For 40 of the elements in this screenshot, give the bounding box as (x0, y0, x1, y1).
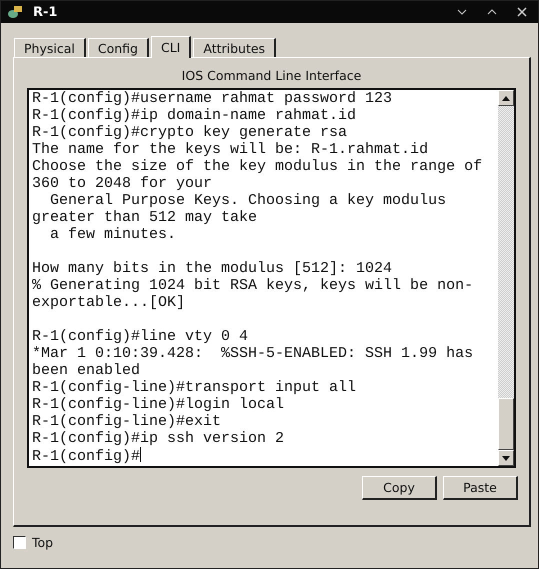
console-line: exportable...[OK] (32, 294, 186, 311)
checkbox-label: Top (32, 535, 54, 550)
console-line: Choose the size of the key modulus in the range of (32, 158, 484, 175)
tab[interactable]: Attributes (193, 38, 276, 57)
triangle-down-icon (502, 456, 510, 460)
chevron-up-icon (487, 9, 497, 15)
tab[interactable]: CLI (150, 36, 192, 58)
console-line: been enabled (32, 362, 142, 379)
checkbox[interactable] (13, 536, 26, 549)
window-title: R-1 (33, 4, 58, 20)
console-line: How many bits in the modulus [512]: 1024 (32, 260, 394, 277)
console-line: R-1(config-line)#transport input all (32, 379, 358, 396)
triangle-up-icon (502, 96, 510, 100)
console-line: % Generating 1024 bit RSA keys, keys will be non- (32, 277, 474, 294)
paste-button[interactable]: Paste (443, 476, 518, 500)
console-line: R-1(config-line)#login local (32, 396, 286, 413)
tab[interactable]: Config (88, 38, 149, 57)
scroll-thumb[interactable] (498, 398, 514, 450)
console-line: R-1(config)#crypto key generate rsa (32, 124, 348, 141)
close-icon (517, 7, 527, 17)
copy-button[interactable]: Copy (362, 476, 437, 500)
panel-title: IOS Command Line Interface (182, 68, 362, 83)
console-line: *Mar 1 0:10:39.428: %SSH-5-ENABLED: SSH 1.99 has (32, 345, 474, 362)
scrollbar[interactable] (498, 90, 514, 466)
console-line: a few minutes. (49, 226, 178, 243)
console-line: R-1(config)#ip domain-name rahmat.id (32, 107, 358, 124)
terminal-console[interactable] (27, 88, 516, 468)
console-line: General Purpose Keys. Choosing a key modulus (49, 192, 448, 209)
tab[interactable]: Physical (14, 38, 86, 57)
console-prompt: R-1(config)# (32, 447, 142, 464)
console-line: greater than 512 may take (32, 209, 258, 226)
scroll-up-button[interactable] (498, 90, 514, 106)
console-line: The name for the keys will be: R-1.rahmat.id (32, 141, 430, 158)
console-line: R-1(config-line)#exit (32, 413, 222, 430)
chevron-down-icon (457, 9, 467, 15)
console-line: 360 to 2048 for your (32, 175, 214, 192)
scroll-down-button[interactable] (498, 450, 514, 466)
console-line: R-1(config)#line vty 0 4 (32, 328, 250, 345)
console-line: R-1(config)#username rahmat password 123 (32, 90, 394, 107)
console-line: R-1(config)#ip ssh version 2 (32, 430, 286, 447)
